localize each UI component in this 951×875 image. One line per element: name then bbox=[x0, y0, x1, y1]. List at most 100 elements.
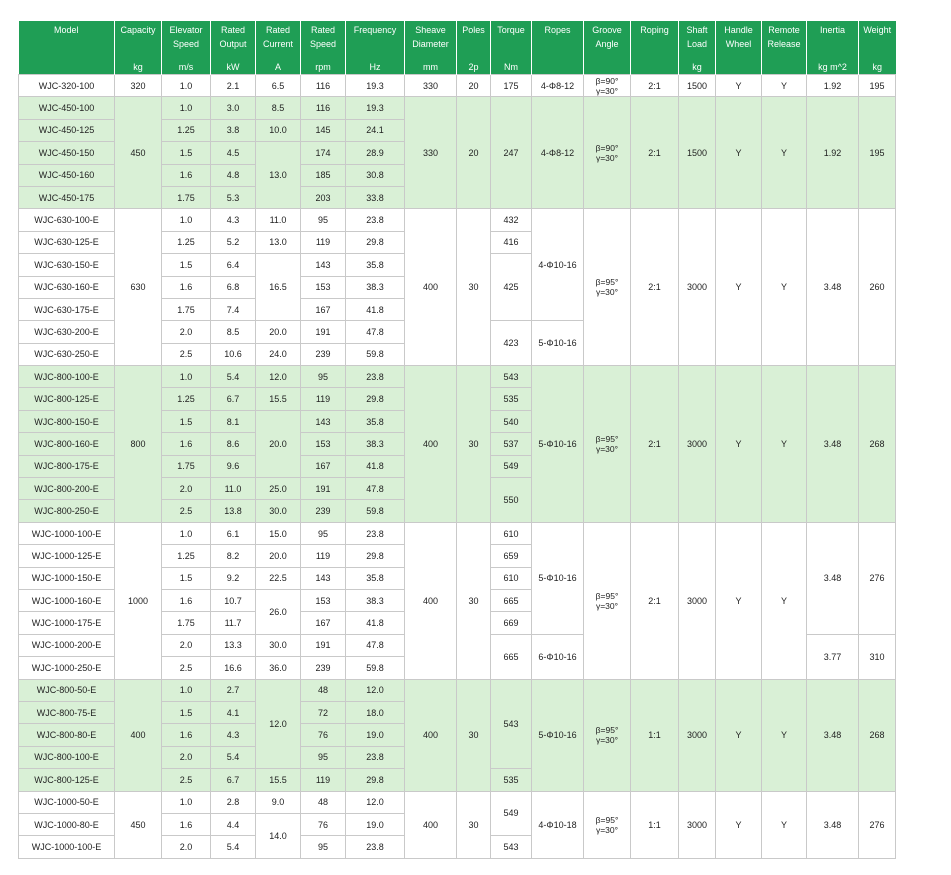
cell-torque: 416 bbox=[490, 230, 532, 255]
cell-torque: 423 bbox=[490, 320, 532, 367]
cell-elevator-speed: 1.6 bbox=[161, 723, 211, 747]
cell-elevator-speed: 1.5 bbox=[161, 700, 211, 725]
cell-weight: 268 bbox=[858, 678, 896, 792]
cell-elevator-speed: 1.5 bbox=[161, 409, 211, 434]
unit-roping bbox=[630, 59, 679, 75]
cell-rated-speed: 119 bbox=[300, 544, 346, 568]
cell-rated-current: 20.0 bbox=[255, 544, 301, 568]
cell-poles: 30 bbox=[456, 208, 491, 367]
cell-elevator-speed: 2.5 bbox=[161, 342, 211, 367]
cell-rated-current: 20.0 bbox=[255, 320, 301, 344]
header-elevator-speed: Elevator Speed bbox=[161, 21, 211, 59]
groove-beta: β=95° bbox=[595, 814, 619, 825]
cell-handle-wheel: Y bbox=[715, 365, 762, 523]
cell-model: WJC-630-125-E bbox=[18, 230, 115, 255]
cell-roping: 2:1 bbox=[630, 73, 679, 98]
cell-rated-speed: 191 bbox=[300, 477, 346, 501]
cell-model: WJC-1000-150-E bbox=[18, 566, 115, 590]
cell-rated-speed: 143 bbox=[300, 253, 346, 277]
cell-frequency: 12.0 bbox=[345, 790, 405, 814]
cell-frequency: 23.8 bbox=[345, 745, 405, 770]
header-rated-speed: Rated Speed bbox=[300, 21, 346, 59]
cell-frequency: 23.8 bbox=[345, 208, 405, 232]
unit-model bbox=[18, 59, 115, 75]
cell-model: WJC-1000-80-E bbox=[18, 812, 115, 837]
unit-groove-angle bbox=[583, 59, 631, 75]
unit-rated-output: kW bbox=[210, 59, 256, 75]
cell-model: WJC-800-125-E bbox=[18, 387, 115, 411]
cell-elevator-speed: 1.6 bbox=[161, 588, 211, 613]
cell-elevator-speed: 1.75 bbox=[161, 297, 211, 322]
cell-elevator-speed: 1.0 bbox=[161, 96, 211, 120]
cell-groove-angle: β=95° γ=30° bbox=[583, 521, 631, 680]
cell-torque: 543 bbox=[490, 835, 532, 859]
header-model: Model bbox=[18, 21, 115, 59]
cell-elevator-speed: 1.25 bbox=[161, 118, 211, 143]
cell-rated-current: 15.0 bbox=[255, 521, 301, 546]
cell-rated-output: 2.7 bbox=[210, 678, 256, 702]
header-poles: Poles bbox=[456, 21, 491, 59]
spec-table-body: WJC-320-100 320 1.0 2.1 6.5 116 19.3 330 20 175 4-… bbox=[18, 73, 896, 859]
cell-rated-speed: 48 bbox=[300, 790, 346, 814]
cell-elevator-speed: 1.0 bbox=[161, 521, 211, 546]
groove-gamma: γ=30° bbox=[595, 600, 619, 611]
cell-rated-output: 8.6 bbox=[210, 432, 256, 456]
cell-model: WJC-450-125 bbox=[18, 118, 115, 143]
cell-handle-wheel: Y bbox=[715, 96, 762, 210]
cell-elevator-speed: 2.0 bbox=[161, 477, 211, 501]
cell-model: WJC-630-200-E bbox=[18, 320, 115, 344]
cell-rated-output: 16.6 bbox=[210, 656, 256, 680]
cell-roping: 1:1 bbox=[630, 678, 679, 792]
cell-elevator-speed: 1.75 bbox=[161, 454, 211, 479]
unit-sheave-diameter: mm bbox=[404, 59, 457, 75]
cell-model: WJC-450-160 bbox=[18, 163, 115, 187]
groove-beta: β=90° bbox=[595, 75, 619, 86]
cell-frequency: 19.0 bbox=[345, 723, 405, 747]
cell-frequency: 35.8 bbox=[345, 409, 405, 434]
groove-gamma: γ=30° bbox=[595, 152, 619, 163]
cell-torque: 540 bbox=[490, 409, 532, 434]
cell-elevator-speed: 1.75 bbox=[161, 611, 211, 635]
cell-elevator-speed: 1.0 bbox=[161, 365, 211, 389]
cell-rated-current: 20.0 bbox=[255, 409, 301, 479]
cell-rated-output: 3.8 bbox=[210, 118, 256, 143]
cell-rated-speed: 239 bbox=[300, 656, 346, 680]
unit-ropes bbox=[531, 59, 584, 75]
cell-shaft-load: 3000 bbox=[678, 790, 716, 859]
cell-ropes: 6-Φ10-16 bbox=[531, 633, 584, 680]
cell-groove-angle: β=95° γ=30° bbox=[583, 790, 631, 859]
groove-beta: β=95° bbox=[595, 277, 619, 288]
cell-roping: 2:1 bbox=[630, 96, 679, 210]
cell-elevator-speed: 2.0 bbox=[161, 835, 211, 859]
cell-inertia: 3.48 bbox=[806, 365, 859, 523]
groove-gamma: γ=30° bbox=[595, 287, 619, 298]
cell-torque: 535 bbox=[490, 768, 532, 792]
cell-frequency: 23.8 bbox=[345, 365, 405, 389]
cell-roping: 2:1 bbox=[630, 521, 679, 680]
cell-shaft-load: 3000 bbox=[678, 521, 716, 680]
cell-rated-output: 4.3 bbox=[210, 723, 256, 747]
cell-elevator-speed: 2.0 bbox=[161, 320, 211, 344]
cell-shaft-load: 3000 bbox=[678, 208, 716, 367]
cell-ropes: 4-Φ10-16 bbox=[531, 208, 584, 322]
cell-groove-angle: β=95° γ=30° bbox=[583, 208, 631, 367]
cell-frequency: 24.1 bbox=[345, 118, 405, 143]
cell-rated-current: 13.0 bbox=[255, 141, 301, 210]
cell-frequency: 41.8 bbox=[345, 297, 405, 322]
cell-remote-release: Y bbox=[761, 96, 807, 210]
cell-torque: 549 bbox=[490, 790, 532, 837]
cell-frequency: 47.8 bbox=[345, 320, 405, 344]
cell-elevator-speed: 1.5 bbox=[161, 566, 211, 590]
cell-frequency: 12.0 bbox=[345, 678, 405, 702]
cell-torque: 432 bbox=[490, 208, 532, 232]
cell-rated-output: 4.5 bbox=[210, 141, 256, 165]
cell-frequency: 59.8 bbox=[345, 342, 405, 367]
cell-rated-speed: 95 bbox=[300, 835, 346, 859]
unit-shaft-load: kg bbox=[678, 59, 716, 75]
cell-sheave-diameter: 400 bbox=[404, 678, 457, 792]
header-roping: Roping bbox=[630, 21, 679, 59]
cell-rated-current: 8.5 bbox=[255, 96, 301, 120]
header-rated-current: Rated Current bbox=[255, 21, 301, 59]
cell-frequency: 41.8 bbox=[345, 454, 405, 479]
cell-rated-current: 15.5 bbox=[255, 768, 301, 792]
